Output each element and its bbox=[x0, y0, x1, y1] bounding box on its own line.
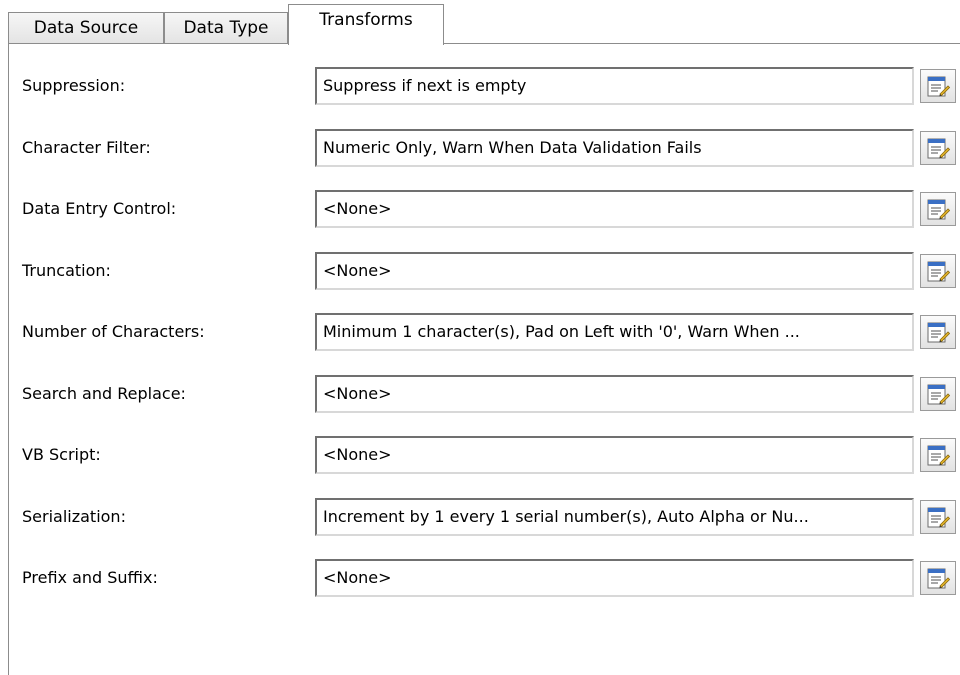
data-entry-control-label: Data Entry Control: bbox=[22, 199, 177, 218]
tab-divider bbox=[8, 43, 960, 44]
vb-script-field[interactable]: <None> bbox=[315, 436, 914, 474]
tab-strip: Data Source Data Type Transforms bbox=[8, 0, 960, 45]
suppression-edit-button[interactable] bbox=[920, 69, 956, 103]
character-filter-field[interactable]: Numeric Only, Warn When Data Validation … bbox=[315, 128, 914, 167]
character-filter-edit-button[interactable] bbox=[920, 130, 956, 165]
row-prefix-and-suffix: Prefix and Suffix: <None> bbox=[0, 559, 960, 597]
number-of-characters-field[interactable]: Minimum 1 character(s), Pad on Left with… bbox=[315, 313, 914, 351]
prefix-and-suffix-field[interactable]: <None> bbox=[315, 559, 914, 597]
row-truncation: Truncation: <None> bbox=[0, 251, 960, 290]
row-search-and-replace: Search and Replace: <None> bbox=[0, 374, 960, 413]
serialization-edit-button[interactable] bbox=[920, 499, 956, 534]
tab-data-source[interactable]: Data Source bbox=[8, 12, 164, 43]
data-entry-control-field[interactable]: <None> bbox=[315, 190, 914, 228]
data-entry-control-edit-button[interactable] bbox=[920, 192, 956, 226]
prefix-and-suffix-edit-button[interactable] bbox=[920, 561, 956, 595]
truncation-field[interactable]: <None> bbox=[315, 251, 914, 290]
row-suppression: Suppression: Suppress if next is empty bbox=[0, 67, 960, 105]
tab-data-type[interactable]: Data Type bbox=[164, 12, 288, 43]
search-and-replace-edit-button[interactable] bbox=[920, 376, 956, 411]
suppression-label: Suppression: bbox=[22, 76, 126, 95]
row-character-filter: Character Filter: Numeric Only, Warn When… bbox=[0, 128, 960, 167]
vb-script-label: VB Script: bbox=[22, 445, 101, 464]
serialization-field[interactable]: Increment by 1 every 1 serial number(s),… bbox=[315, 497, 914, 536]
search-and-replace-label: Search and Replace: bbox=[22, 383, 186, 403]
row-vb-script: VB Script: <None> bbox=[0, 436, 960, 474]
row-serialization: Serialization: Increment by 1 every 1 ser… bbox=[0, 497, 960, 536]
character-filter-label: Character Filter: bbox=[22, 137, 151, 157]
search-and-replace-field[interactable]: <None> bbox=[315, 374, 914, 413]
transforms-dialog: Data Source Data Type Transforms Suppres… bbox=[0, 0, 960, 675]
prefix-and-suffix-label: Prefix and Suffix: bbox=[22, 568, 158, 587]
tab-transforms[interactable]: Transforms bbox=[288, 4, 444, 45]
vb-script-edit-button[interactable] bbox=[920, 438, 956, 472]
truncation-edit-button[interactable] bbox=[920, 253, 956, 288]
truncation-label: Truncation: bbox=[22, 260, 111, 280]
number-of-characters-edit-button[interactable] bbox=[920, 315, 956, 349]
number-of-characters-label: Number of Characters: bbox=[22, 322, 205, 341]
serialization-label: Serialization: bbox=[22, 506, 126, 526]
suppression-field[interactable]: Suppress if next is empty bbox=[315, 67, 914, 105]
row-number-of-characters: Number of Characters: Minimum 1 character… bbox=[0, 313, 960, 351]
row-data-entry-control: Data Entry Control: <None> bbox=[0, 190, 960, 228]
